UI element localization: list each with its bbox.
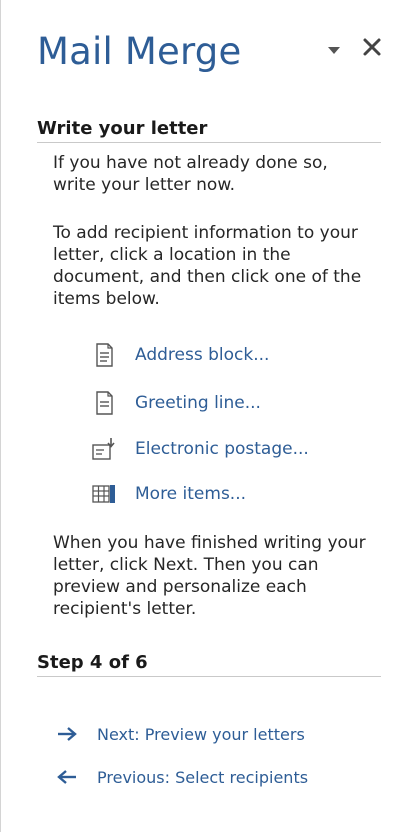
dropdown-triangle-icon[interactable]	[327, 44, 341, 56]
electronic-postage-icon	[92, 438, 115, 460]
previous-step-link[interactable]: Previous: Select recipients	[57, 764, 377, 790]
link-label: More items...	[135, 484, 247, 504]
mail-merge-pane: Mail Merge Write your letter If you have…	[0, 0, 401, 832]
previous-step-label: Previous: Select recipients	[97, 767, 309, 787]
greeting-line-link[interactable]: Greeting line...	[91, 389, 361, 417]
more-items-icon	[92, 485, 115, 503]
link-label: Greeting line...	[135, 393, 261, 413]
next-step-label: Next: Preview your letters	[97, 724, 305, 744]
electronic-postage-link[interactable]: Electronic postage...	[91, 435, 361, 463]
section-divider	[37, 676, 381, 677]
link-label: Address block...	[135, 345, 270, 365]
pane-title: Mail Merge	[37, 30, 242, 73]
address-block-link[interactable]: Address block...	[91, 341, 361, 369]
instruction-text: When you have finished writing your lett…	[53, 533, 366, 619]
instruction-text: To add recipient information to your let…	[53, 223, 362, 309]
instruction-text: If you have not already done so, write y…	[53, 153, 328, 195]
greeting-line-icon	[96, 391, 113, 415]
section-divider	[37, 142, 381, 143]
write-letter-heading: Write your letter	[37, 118, 208, 139]
step-heading: Step 4 of 6	[37, 652, 148, 673]
more-items-link[interactable]: More items...	[91, 480, 361, 508]
close-icon[interactable]	[359, 34, 385, 60]
arrow-right-icon	[58, 727, 77, 741]
address-block-icon	[96, 343, 113, 367]
link-label: Electronic postage...	[135, 439, 309, 459]
next-step-link[interactable]: Next: Preview your letters	[57, 721, 377, 747]
arrow-left-icon	[57, 770, 76, 784]
